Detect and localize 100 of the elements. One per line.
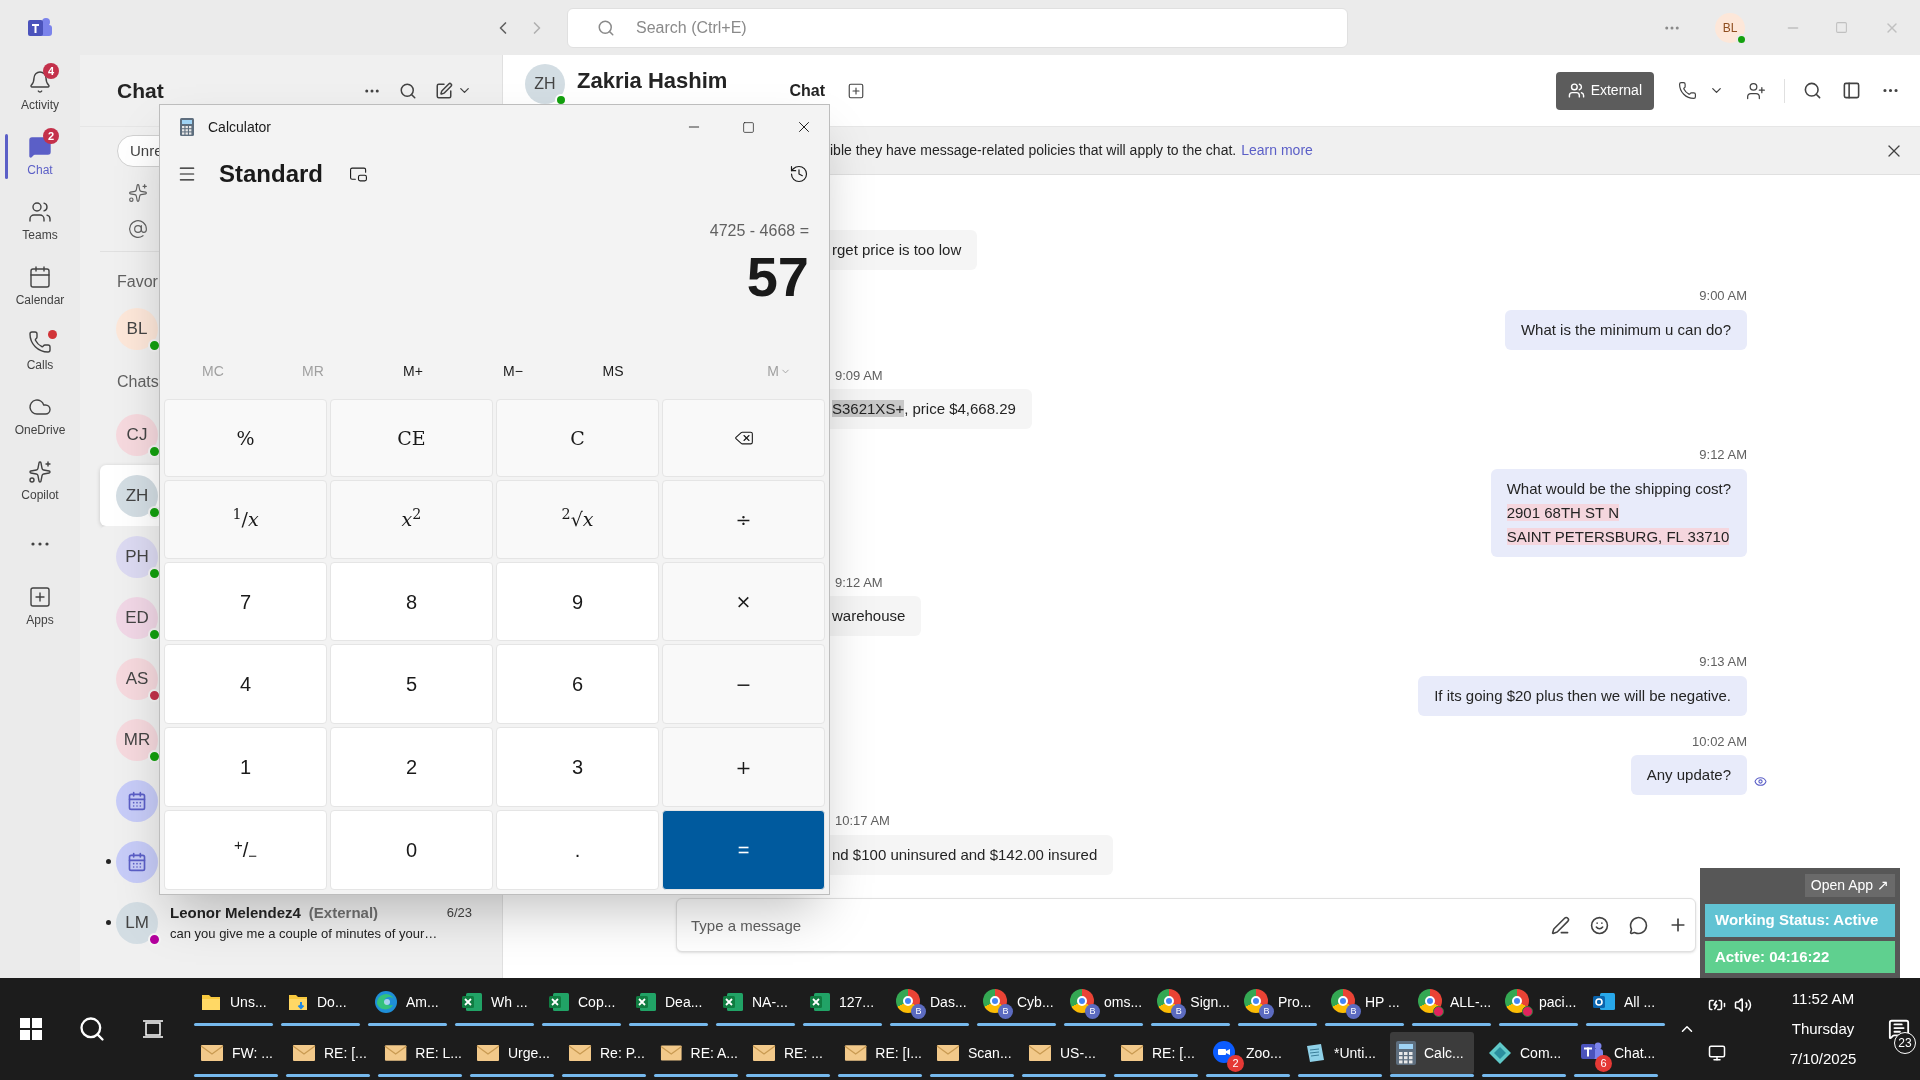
rail-item[interactable]: OneDrive xyxy=(14,394,66,439)
network-icon[interactable] xyxy=(1708,1044,1726,1062)
taskbar-button[interactable]: Do... xyxy=(281,981,360,1023)
calculator-key[interactable]: % xyxy=(164,399,327,478)
result-display: 57 xyxy=(746,244,809,310)
emoji-icon[interactable] xyxy=(1590,915,1609,935)
notifications-icon[interactable] xyxy=(1888,1018,1910,1040)
taskbar-button[interactable]: Scan... xyxy=(930,1032,1014,1074)
calculator-key[interactable]: × xyxy=(662,561,825,642)
taskbar-button[interactable]: RE: ... xyxy=(746,1032,830,1074)
calculator-key[interactable]: 7 xyxy=(164,561,327,642)
calculator-key[interactable]: 3 xyxy=(496,727,659,808)
rail-item[interactable]: Calendar xyxy=(15,264,65,309)
compose-icon[interactable] xyxy=(435,81,453,100)
memory-button[interactable]: MS xyxy=(563,360,663,382)
taskbar-button[interactable]: B oms... xyxy=(1064,981,1143,1023)
phone-icon[interactable] xyxy=(1678,81,1697,100)
memory-button[interactable]: M− xyxy=(463,360,563,382)
calculator-key[interactable]: 6 xyxy=(496,644,659,725)
taskbar-button[interactable]: RE: A... xyxy=(654,1032,738,1074)
taskbar-button[interactable]: FW: ... xyxy=(194,1032,278,1074)
taskbar-button[interactable]: B HP ... xyxy=(1325,981,1404,1023)
avatar[interactable]: BL xyxy=(1715,12,1745,43)
rail-item[interactable]: Teams xyxy=(22,199,58,244)
calculator-key[interactable]: C xyxy=(496,399,659,478)
sparkle-icon[interactable] xyxy=(128,183,148,203)
search-icon xyxy=(597,18,615,37)
taskbar-button[interactable]: Calc... xyxy=(1390,1032,1474,1074)
start-icon[interactable] xyxy=(20,1018,42,1040)
taskbar-button[interactable]: 127... xyxy=(803,981,882,1023)
learn-more-link[interactable]: Learn more xyxy=(1241,140,1313,161)
calculator-key[interactable]: 0 xyxy=(330,810,493,890)
format-icon[interactable] xyxy=(1551,915,1570,935)
taskbar-button[interactable]: RE: [... xyxy=(1114,1032,1198,1074)
sticker-icon[interactable] xyxy=(1629,915,1648,935)
panel-icon[interactable] xyxy=(1842,81,1861,100)
task-view-icon[interactable] xyxy=(142,1018,164,1040)
phone-icon xyxy=(28,329,52,354)
search-icon[interactable] xyxy=(399,81,417,100)
taskbar-button[interactable]: B Sign... xyxy=(1151,981,1230,1023)
calculator-key[interactable]: 5 xyxy=(330,644,493,725)
taskbar-button[interactable]: US-... xyxy=(1022,1032,1106,1074)
memory-button[interactable]: M+ xyxy=(363,360,463,382)
rail-item[interactable]: Calls xyxy=(26,329,54,374)
message-field[interactable]: Type a message xyxy=(676,898,1696,952)
calculator-key[interactable]: $^{2}$√x xyxy=(496,480,659,559)
taskbar-button[interactable]: 6 Chat... xyxy=(1574,1032,1658,1074)
taskbar-button[interactable]: All ... xyxy=(1586,981,1665,1023)
calculator-key[interactable]: ÷ xyxy=(662,480,825,559)
open-app-button[interactable]: Open App ↗ xyxy=(1804,874,1895,897)
taskbar-button[interactable]: Re: P... xyxy=(562,1032,646,1074)
taskbar-button[interactable]: Am... xyxy=(368,981,447,1023)
chat-tab[interactable]: Chat xyxy=(789,78,825,103)
search-field[interactable]: Search (Ctrl+E) xyxy=(567,7,1348,48)
taskbar-button[interactable]: NA-... xyxy=(716,981,795,1023)
taskbar-button[interactable]: B Cyb... xyxy=(977,981,1056,1023)
taskbar-button[interactable]: ALL-... xyxy=(1412,981,1491,1023)
mention-icon[interactable] xyxy=(128,219,148,239)
taskbar-button[interactable]: Com... xyxy=(1482,1032,1566,1074)
calculator-key[interactable]: $^{1}$/x xyxy=(164,480,327,559)
search-icon[interactable] xyxy=(78,1015,106,1043)
chat-list-item[interactable]: ZH xyxy=(100,465,159,526)
history-icon[interactable] xyxy=(789,164,809,184)
calculator-key[interactable]: 9 xyxy=(496,561,659,642)
rail-item[interactable]: Copilot xyxy=(21,459,59,504)
taskbar-button[interactable]: Wh ... xyxy=(455,981,534,1023)
taskbar-button[interactable]: B Das... xyxy=(890,981,969,1023)
calculator-key[interactable]: CE xyxy=(330,399,493,478)
calculator-key[interactable]: 8 xyxy=(330,561,493,642)
calculator-key[interactable]: x$^{2}$ xyxy=(330,480,493,559)
taskbar-button[interactable]: *Unti... xyxy=(1298,1032,1382,1074)
taskbar-button[interactable]: B Pro... xyxy=(1238,981,1317,1023)
calculator-key[interactable]: 4 xyxy=(164,644,327,725)
calculator-key[interactable]: 2 xyxy=(330,727,493,808)
rail-item[interactable]: Apps xyxy=(26,584,54,629)
calculator-key[interactable]: + xyxy=(662,727,825,808)
rail-item[interactable] xyxy=(31,542,49,546)
taskbar-button[interactable]: Dea... xyxy=(629,981,708,1023)
add-people-icon[interactable] xyxy=(1746,80,1766,101)
calculator-key[interactable]: . xyxy=(496,810,659,890)
external-button[interactable]: External xyxy=(1555,71,1654,110)
taskbar-button[interactable]: RE: [... xyxy=(286,1032,370,1074)
taskbar-button[interactable]: Cop... xyxy=(542,981,621,1023)
calculator-key[interactable]: $^{+}$/$_{−}$ xyxy=(164,810,327,890)
volume-icon[interactable] xyxy=(1734,996,1752,1014)
calculator-key[interactable]: − xyxy=(662,644,825,725)
taskbar-button[interactable]: Uns... xyxy=(194,981,273,1023)
add-tab-icon[interactable] xyxy=(846,81,865,100)
notification-count: 6 xyxy=(1595,1055,1612,1072)
calculator-key[interactable]: 1 xyxy=(164,727,327,808)
taskbar-button[interactable]: 2 Zoo... xyxy=(1206,1032,1290,1074)
calculator-key[interactable]: = xyxy=(662,810,825,890)
search-icon[interactable] xyxy=(1803,81,1822,100)
clock[interactable]: 11:52 AM Thursday 7/10/2025 xyxy=(1768,984,1878,1074)
maximize-icon[interactable] xyxy=(742,120,755,134)
taskbar-button[interactable]: paci... xyxy=(1499,981,1578,1023)
taskbar-button[interactable]: RE: [I... xyxy=(838,1032,922,1074)
taskbar-button[interactable]: Urge... xyxy=(470,1032,554,1074)
taskbar-button[interactable]: RE: L... xyxy=(378,1032,462,1074)
external-tag: (External) xyxy=(308,901,379,924)
